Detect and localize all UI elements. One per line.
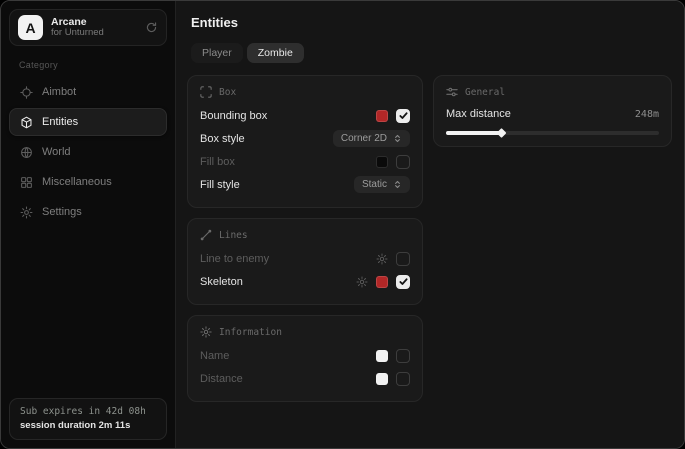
setting-row-bounding-box: Bounding box xyxy=(200,104,410,127)
app-subtitle: for Unturned xyxy=(51,28,137,39)
max-distance-slider[interactable] xyxy=(446,131,659,135)
fill-style-dropdown[interactable]: Static xyxy=(354,176,410,193)
fill-box-checkbox[interactable] xyxy=(396,155,410,169)
sidebar-item-label: Aimbot xyxy=(42,86,76,98)
max-distance-label: Max distance xyxy=(446,108,511,120)
setting-label: Fill style xyxy=(200,179,240,191)
information-card: Information Name Distance xyxy=(187,315,423,402)
right-column: General Max distance 248m xyxy=(433,75,672,147)
information-card-title: Information xyxy=(219,327,282,338)
setting-label: Line to enemy xyxy=(200,253,269,265)
session-duration-text: session duration 2m 11s xyxy=(20,420,156,431)
setting-label: Bounding box xyxy=(200,110,267,122)
setting-label: Distance xyxy=(200,373,243,385)
box-card: Box Bounding box Box style xyxy=(187,75,423,208)
globe-icon xyxy=(20,146,33,159)
bounding-box-checkbox[interactable] xyxy=(396,109,410,123)
color-swatch[interactable] xyxy=(376,350,388,362)
sidebar-item-settings[interactable]: Settings xyxy=(9,198,167,226)
entity-tabs: Player Zombie xyxy=(191,43,672,63)
sidebar-item-miscellaneous[interactable]: Miscellaneous xyxy=(9,168,167,196)
crosshair-icon xyxy=(20,86,33,99)
page-title: Entities xyxy=(191,15,672,30)
sidebar-spacer xyxy=(9,226,167,398)
lines-card-header: Lines xyxy=(200,229,410,241)
color-swatch[interactable] xyxy=(376,373,388,385)
sidebar-item-label: World xyxy=(42,146,71,158)
setting-row-line-to-enemy: Line to enemy xyxy=(200,247,410,270)
setting-label: Fill box xyxy=(200,156,235,168)
max-distance-row: Max distance 248m xyxy=(446,104,659,124)
setting-label: Skeleton xyxy=(200,276,243,288)
sidebar-item-entities[interactable]: Entities xyxy=(9,108,167,136)
setting-label: Name xyxy=(200,350,229,362)
setting-row-skeleton: Skeleton xyxy=(200,270,410,293)
information-card-header: Information xyxy=(200,326,410,338)
app-logo-card: A Arcane for Unturned xyxy=(9,9,167,46)
box-corners-icon xyxy=(200,86,212,98)
distance-checkbox[interactable] xyxy=(396,372,410,386)
sparkle-icon xyxy=(200,326,212,338)
sidebar: A Arcane for Unturned Category Aimbot xyxy=(1,1,176,448)
slider-thumb[interactable] xyxy=(497,128,507,138)
setting-row-fill-style: Fill style Static xyxy=(200,173,410,196)
sliders-icon xyxy=(446,86,458,98)
sidebar-item-aimbot[interactable]: Aimbot xyxy=(9,78,167,106)
tab-zombie[interactable]: Zombie xyxy=(247,43,304,63)
lines-card: Lines Line to enemy xyxy=(187,218,423,305)
setting-row-name: Name xyxy=(200,344,410,367)
general-card-title: General xyxy=(465,87,505,98)
sidebar-nav: Aimbot Entities World xyxy=(9,78,167,226)
color-swatch[interactable] xyxy=(376,276,388,288)
sidebar-item-label: Miscellaneous xyxy=(42,176,112,188)
sub-expiry-text: Sub expires in 42d 08h xyxy=(20,406,156,417)
box-card-title: Box xyxy=(219,87,236,98)
app-logo: A xyxy=(18,15,43,40)
main-panel: Entities Player Zombie Box xyxy=(176,1,684,448)
gear-icon xyxy=(20,206,33,219)
cards-layout: Box Bounding box Box style xyxy=(187,75,672,402)
row-settings-gear-icon[interactable] xyxy=(356,276,368,288)
chevron-up-down-icon xyxy=(393,134,402,143)
color-swatch[interactable] xyxy=(376,110,388,122)
box-style-dropdown[interactable]: Corner 2D xyxy=(333,130,410,147)
grid-icon xyxy=(20,176,33,189)
subscription-card: Sub expires in 42d 08h session duration … xyxy=(9,398,167,440)
setting-row-box-style: Box style Corner 2D xyxy=(200,127,410,150)
color-swatch[interactable] xyxy=(376,156,388,168)
setting-row-distance: Distance xyxy=(200,367,410,390)
lines-card-title: Lines xyxy=(219,230,248,241)
box-card-header: Box xyxy=(200,86,410,98)
cube-icon xyxy=(20,116,33,129)
app-title-block: Arcane for Unturned xyxy=(51,16,137,39)
sidebar-item-label: Entities xyxy=(42,116,78,128)
row-settings-gear-icon[interactable] xyxy=(376,253,388,265)
dropdown-value: Corner 2D xyxy=(341,133,387,144)
dropdown-value: Static xyxy=(362,179,387,190)
app-window: A Arcane for Unturned Category Aimbot xyxy=(0,0,685,449)
skeleton-checkbox[interactable] xyxy=(396,275,410,289)
left-column: Box Bounding box Box style xyxy=(187,75,423,402)
general-card: General Max distance 248m xyxy=(433,75,672,147)
sidebar-item-world[interactable]: World xyxy=(9,138,167,166)
line-icon xyxy=(200,229,212,241)
setting-label: Box style xyxy=(200,133,245,145)
max-distance-value: 248m xyxy=(635,109,659,120)
setting-row-fill-box: Fill box xyxy=(200,150,410,173)
tab-player[interactable]: Player xyxy=(191,43,243,63)
general-card-header: General xyxy=(446,86,659,98)
refresh-icon[interactable] xyxy=(145,21,158,34)
chevron-up-down-icon xyxy=(393,180,402,189)
slider-fill xyxy=(446,131,501,135)
line-to-enemy-checkbox[interactable] xyxy=(396,252,410,266)
category-label: Category xyxy=(19,60,167,70)
sidebar-item-label: Settings xyxy=(42,206,82,218)
name-checkbox[interactable] xyxy=(396,349,410,363)
